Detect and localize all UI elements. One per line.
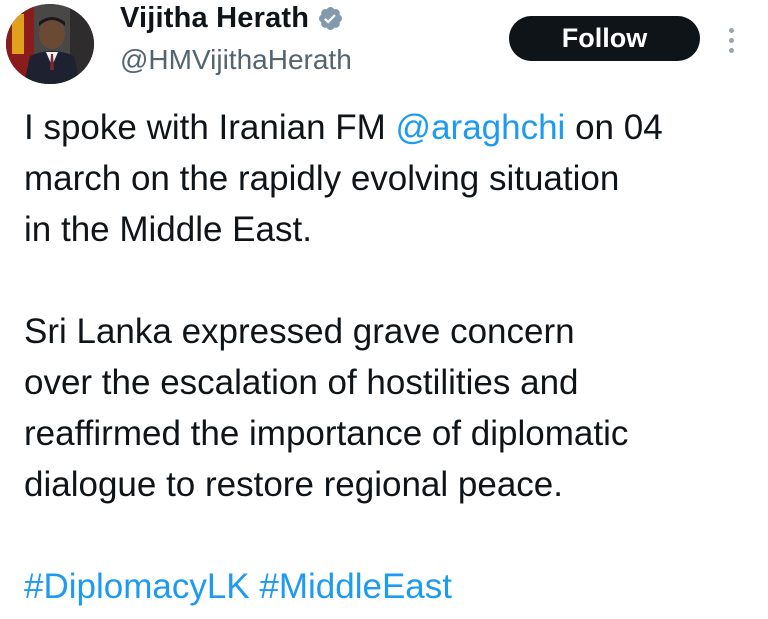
display-name[interactable]: Vijitha Herath (120, 2, 309, 35)
tweet-text: I spoke with Iranian FM @araghchi on 04 … (24, 102, 764, 612)
dot (728, 27, 734, 33)
more-options-icon[interactable] (719, 20, 743, 60)
hashtag-link[interactable]: #MiddleEast (259, 567, 452, 606)
user-handle[interactable]: @HMVijithaHerath (120, 44, 352, 76)
tweet-text-prefix: I spoke with Iranian FM (24, 108, 396, 147)
tweet-paragraph-2: Sri Lanka expressed grave concern over t… (24, 312, 629, 504)
avatar-image (6, 4, 94, 84)
name-row: Vijitha Herath (120, 2, 344, 35)
dot (728, 37, 734, 43)
tweet-paragraph-1: I spoke with Iranian FM @araghchi on 04 … (24, 102, 764, 255)
tweet-header: Vijitha Herath @HMVijithaHerath Follow (0, 0, 768, 90)
follow-button[interactable]: Follow (509, 16, 700, 61)
verified-badge-icon[interactable] (317, 5, 344, 32)
tweet-hashtags: #DiplomacyLK #MiddleEast (24, 561, 764, 612)
mention-link[interactable]: @araghchi (396, 108, 566, 147)
dot (728, 47, 734, 53)
avatar[interactable] (6, 4, 94, 84)
hashtag-link[interactable]: #DiplomacyLK (24, 567, 250, 606)
